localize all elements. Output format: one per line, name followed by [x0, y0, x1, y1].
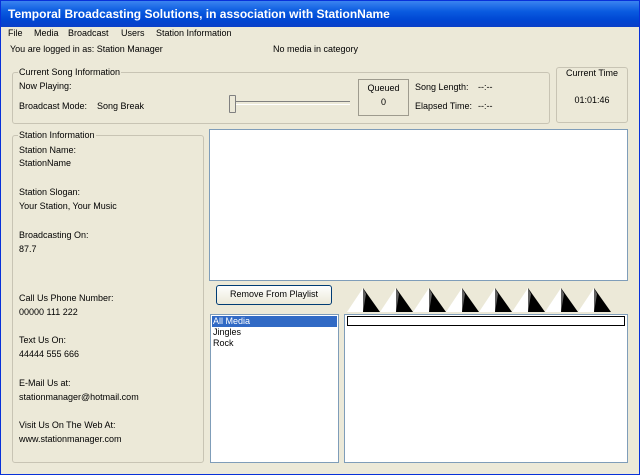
song-length-label: Song Length:	[415, 82, 469, 92]
main-window: Temporal Broadcasting Solutions, in asso…	[0, 0, 640, 475]
current-time-box: Current Time 01:01:46	[556, 67, 628, 123]
broadcasting-on-value: 87.7	[19, 244, 37, 254]
menu-file[interactable]: File	[8, 28, 23, 38]
menu-users[interactable]: Users	[121, 28, 145, 38]
menu-station-information[interactable]: Station Information	[156, 28, 232, 38]
queued-value: 0	[380, 97, 386, 107]
station-slogan-value: Your Station, Your Music	[19, 201, 117, 211]
current-time-value: 01:01:46	[574, 95, 610, 105]
media-list-header	[347, 316, 625, 326]
toolbar-button-7[interactable]	[545, 286, 578, 312]
media-listbox[interactable]	[344, 314, 628, 463]
remove-from-playlist-button[interactable]: Remove From Playlist	[216, 285, 332, 305]
elapsed-time-label: Elapsed Time:	[415, 101, 473, 111]
window-title: Temporal Broadcasting Solutions, in asso…	[8, 7, 390, 21]
playlist-listbox[interactable]	[209, 129, 628, 281]
toolbar-button-1[interactable]	[347, 286, 380, 312]
broadcast-mode-value: Song Break	[97, 101, 145, 111]
toolbar-button-6[interactable]	[512, 286, 545, 312]
email-label: E-Mail Us at:	[19, 378, 71, 388]
broadcast-mode-label: Broadcast Mode:	[19, 101, 88, 111]
current-song-legend: Current Song Information	[18, 67, 122, 77]
current-time-label: Current Time	[565, 68, 618, 78]
category-item-jingles[interactable]: Jingles	[212, 327, 241, 338]
slider-track	[230, 101, 350, 105]
text-us-value: 44444 555 666	[19, 349, 80, 359]
logged-in-status: You are logged in as: Station Manager	[10, 44, 163, 54]
website-label: Visit Us On The Web At:	[19, 420, 116, 430]
slider-thumb[interactable]	[229, 95, 236, 113]
category-item-all-media[interactable]: All Media	[212, 316, 337, 327]
station-info-legend: Station Information	[18, 130, 96, 140]
phone-label: Call Us Phone Number:	[19, 293, 114, 303]
menu-media[interactable]: Media	[34, 28, 59, 38]
queued-label: Queued	[367, 83, 400, 93]
station-slogan-label: Station Slogan:	[19, 187, 81, 197]
station-name-value: StationName	[19, 158, 72, 168]
category-status: No media in category	[273, 44, 359, 54]
category-listbox[interactable]: All Media Jingles Rock	[210, 314, 339, 463]
toolbar-button-8[interactable]	[578, 286, 611, 312]
station-name-label: Station Name:	[19, 145, 77, 155]
broadcasting-on-label: Broadcasting On:	[19, 230, 89, 240]
phone-value: 00000 111 222	[19, 307, 78, 317]
toolbar-button-5[interactable]	[479, 286, 512, 312]
song-length-value: --:--	[478, 82, 493, 92]
elapsed-time-value: --:--	[478, 101, 493, 111]
now-playing-label: Now Playing:	[19, 81, 72, 91]
email-value: stationmanager@hotmail.com	[19, 392, 139, 402]
menu-broadcast[interactable]: Broadcast	[68, 28, 109, 38]
position-slider[interactable]	[227, 94, 353, 114]
category-item-rock[interactable]: Rock	[212, 338, 234, 349]
toolbar-button-3[interactable]	[413, 286, 446, 312]
website-value: www.stationmanager.com	[19, 434, 122, 444]
queued-box: Queued 0	[358, 79, 409, 116]
text-us-label: Text Us On:	[19, 335, 67, 345]
menu-bar: File Media Broadcast Users Station Infor…	[1, 27, 639, 41]
toolbar-button-2[interactable]	[380, 286, 413, 312]
toolbar-button-4[interactable]	[446, 286, 479, 312]
title-bar[interactable]: Temporal Broadcasting Solutions, in asso…	[1, 1, 639, 27]
